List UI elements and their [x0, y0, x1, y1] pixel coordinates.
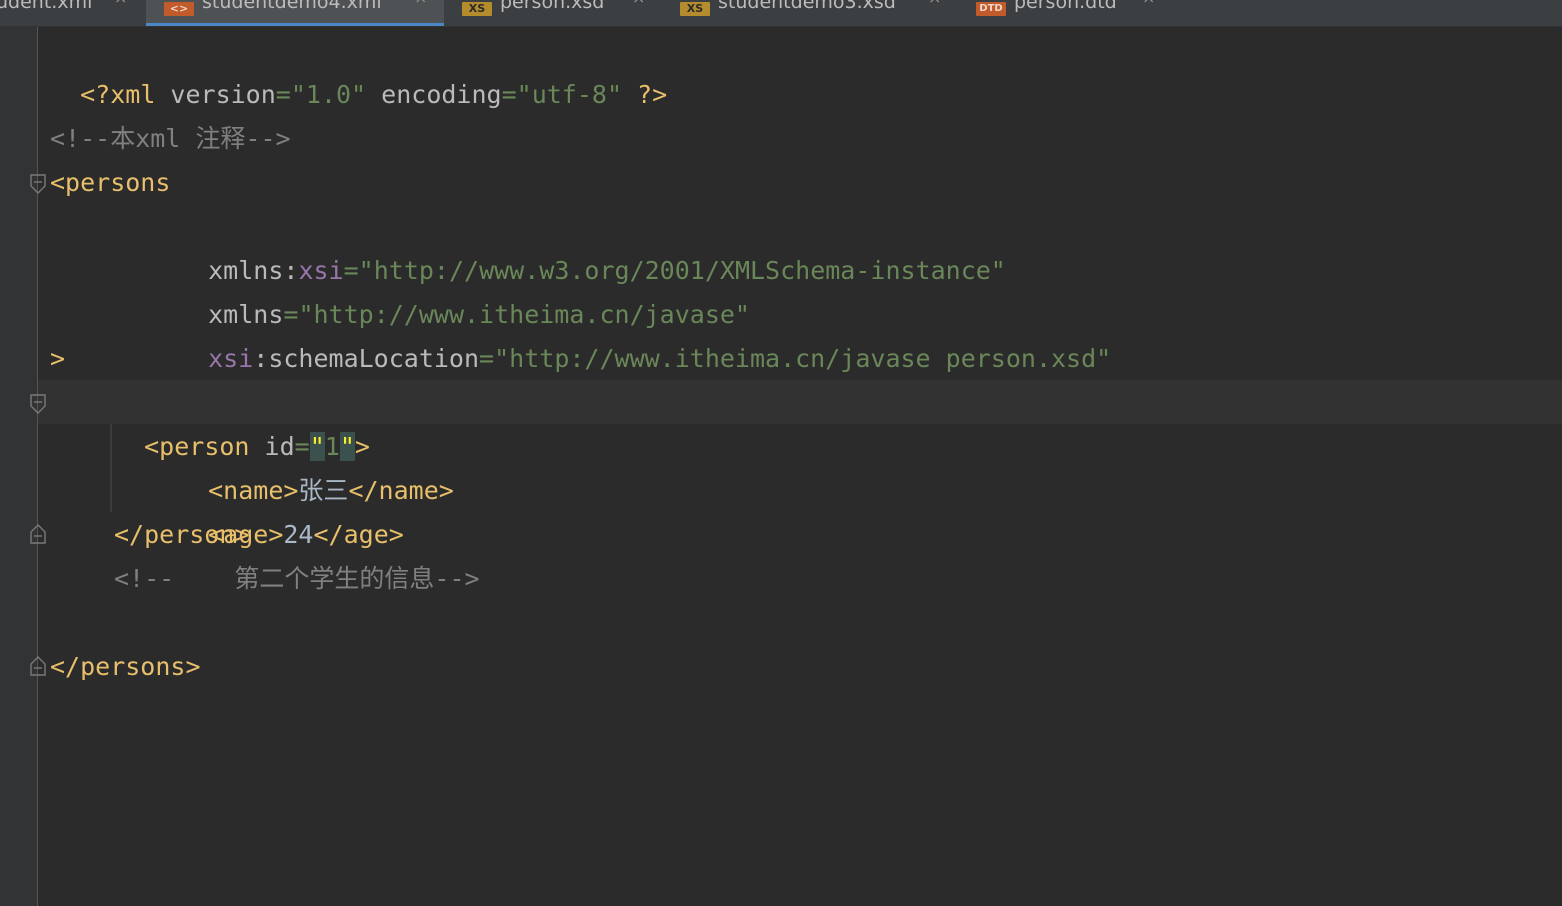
equals: =	[501, 80, 517, 109]
code-line-7[interactable]: xsi:schemaLocation="http://www.itheima.c…	[178, 293, 1111, 373]
attr-value: "http://www.itheima.cn/javase person.xsd…	[494, 344, 1112, 373]
element-text: 24	[283, 520, 314, 549]
tab-label: studentdemo4.xml	[202, 0, 382, 13]
code-line-12-person-close[interactable]: </person>	[114, 513, 249, 557]
fold-open-icon[interactable]	[30, 174, 46, 194]
tab-udent-xml[interactable]: udent.xml ×	[0, 0, 146, 26]
tab-label: person.xsd	[500, 0, 605, 13]
close-icon[interactable]: ×	[632, 0, 645, 7]
attr-value: "utf-8"	[516, 80, 622, 109]
line-gutter[interactable]	[0, 27, 37, 906]
tab-label: studentdemo3.xsd	[718, 0, 896, 13]
tab-person-xsd[interactable]: XS person.xsd ×	[444, 0, 662, 26]
dtd-file-icon: DTD	[976, 2, 1006, 16]
xml-declaration-open: <?xml	[80, 80, 171, 109]
tab-studentdemo3-xsd[interactable]: XS studentdemo3.xsd ×	[662, 0, 958, 26]
tab-studentdemo4-xml[interactable]: <> studentdemo4.xml ×	[146, 0, 444, 26]
xml-declaration-close: ?>	[622, 80, 668, 109]
tab-person-dtd[interactable]: DTD person.dtd ×	[958, 0, 1178, 26]
equals: =	[479, 344, 495, 373]
fold-close-icon[interactable]	[30, 656, 46, 676]
code-line-15-persons-close[interactable]: </persons>	[50, 645, 201, 689]
close-icon[interactable]: ×	[414, 0, 427, 7]
close-icon[interactable]: ×	[114, 0, 127, 7]
xml-file-icon: <>	[164, 2, 194, 16]
code-line-1[interactable]: <?xml version="1.0" encoding="utf-8" ?>	[50, 29, 667, 109]
code-line-10[interactable]: <name>张三</name>	[178, 425, 454, 505]
tab-label: person.dtd	[1014, 0, 1117, 13]
attr-name: version	[170, 80, 276, 109]
attr-value: "1.0"	[290, 80, 367, 109]
namespace-prefix: xsi	[208, 344, 254, 373]
tab-label: udent.xml	[0, 0, 93, 13]
code-line-3-comment[interactable]: <!--本xml 注释-->	[50, 117, 291, 161]
fold-open-icon[interactable]	[30, 394, 46, 414]
code-line-11[interactable]: <age>24</age>	[178, 469, 404, 549]
attr-name: :schemaLocation	[253, 344, 480, 373]
code-line-9[interactable]: <person id="1">	[114, 381, 370, 461]
close-icon[interactable]: ×	[1142, 0, 1155, 7]
xsd-file-icon: XS	[680, 2, 710, 16]
xsd-file-icon: XS	[462, 2, 492, 16]
fold-close-icon[interactable]	[30, 524, 46, 544]
editor-tab-bar: udent.xml × <> studentdemo4.xml × XS per…	[0, 0, 1562, 27]
close-icon[interactable]: ×	[928, 0, 941, 7]
equals: =	[275, 80, 291, 109]
code-line-5[interactable]: xmlns:xsi="http://www.w3.org/2001/XMLSch…	[178, 205, 1006, 285]
code-line-8-persons-close-bracket[interactable]: >	[50, 337, 65, 381]
code-line-13-comment[interactable]: <!-- 第二个学生的信息-->	[114, 557, 480, 601]
indent-guide	[110, 424, 112, 512]
attr-name: encoding	[366, 80, 502, 109]
code-line-4-persons-open[interactable]: <persons	[50, 161, 170, 205]
tag-close: </age>	[313, 520, 404, 549]
code-line-6[interactable]: xmlns="http://www.itheima.cn/javase"	[178, 249, 750, 329]
